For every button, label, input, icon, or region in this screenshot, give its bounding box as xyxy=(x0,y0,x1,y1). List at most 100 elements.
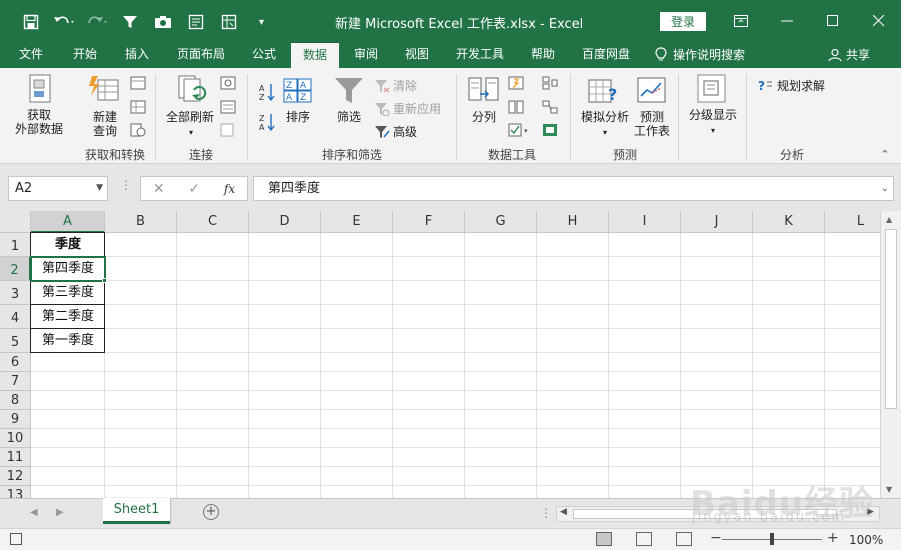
edit-links-icon[interactable] xyxy=(220,123,236,137)
column-header-f[interactable]: F xyxy=(393,211,465,233)
from-table-icon[interactable] xyxy=(130,100,146,114)
consolidate-icon[interactable] xyxy=(542,76,558,90)
add-sheet-icon[interactable]: + xyxy=(203,504,219,520)
camera-icon[interactable] xyxy=(146,10,179,34)
page-break-view-icon[interactable] xyxy=(676,532,692,546)
column-header-e[interactable]: E xyxy=(321,211,393,233)
what-if-analysis-button[interactable]: 模拟分析 xyxy=(578,110,632,124)
form-icon[interactable] xyxy=(179,10,212,34)
page-layout-view-icon[interactable] xyxy=(636,532,652,546)
tab-developer[interactable]: 开发工具 xyxy=(446,42,514,68)
clear-filter-button[interactable]: 清除 xyxy=(374,77,417,94)
chevron-down-icon[interactable]: ▾ xyxy=(600,126,610,140)
expand-formula-icon[interactable]: ⌄ xyxy=(881,177,889,200)
formula-bar-splitter[interactable]: ⋮ xyxy=(120,178,132,192)
prev-sheet-icon[interactable]: ◀ xyxy=(30,507,38,518)
normal-view-icon[interactable] xyxy=(596,532,612,546)
sort-a-to-z-icon[interactable]: AZ xyxy=(258,82,276,102)
tab-baidu-netdisk[interactable]: 百度网盘 xyxy=(572,42,640,68)
scroll-up-icon[interactable]: ▲ xyxy=(886,215,892,224)
scroll-left-icon[interactable]: ◀ xyxy=(560,507,567,517)
insert-function-icon[interactable]: fx xyxy=(224,182,235,196)
redo-icon[interactable] xyxy=(80,10,113,34)
row-header-2[interactable]: 2 xyxy=(0,257,31,281)
row-header-9[interactable]: 9 xyxy=(0,410,31,429)
vertical-scrollbar[interactable]: ▲ ▼ xyxy=(880,211,901,498)
tab-data[interactable]: 数据 xyxy=(291,42,339,68)
column-header-i[interactable]: I xyxy=(609,211,681,233)
zoom-level[interactable]: 100% xyxy=(849,533,883,547)
fill-handle[interactable] xyxy=(102,278,107,283)
solver-button[interactable]: ? 规划求解 xyxy=(758,77,825,94)
ribbon-display-icon[interactable] xyxy=(718,0,764,42)
remove-duplicates-icon[interactable] xyxy=(508,100,524,114)
recent-sources-icon[interactable] xyxy=(130,123,146,137)
customize-qat-icon[interactable]: ▾ xyxy=(245,10,278,34)
chevron-down-icon[interactable]: ▾ xyxy=(186,126,196,140)
row-header-3[interactable]: 3 xyxy=(0,281,31,305)
chevron-down-icon[interactable]: ▼ xyxy=(96,177,103,200)
macro-record-icon[interactable] xyxy=(10,533,22,545)
row-header-7[interactable]: 7 xyxy=(0,372,31,391)
chevron-down-icon[interactable]: ▾ xyxy=(708,124,718,138)
row-header-13[interactable]: 13 xyxy=(0,486,31,498)
worksheet-grid[interactable]: A B C D E F G H I J K L 1 2 3 4 5 6 7 8 9 10 11 12 13 季度 第四季度 第三季度第… xyxy=(0,211,880,498)
formula-input[interactable]: 第四季度 ⌄ xyxy=(253,176,894,201)
column-header-d[interactable]: D xyxy=(249,211,321,233)
maximize-icon[interactable] xyxy=(810,0,856,42)
select-all-corner[interactable] xyxy=(0,211,31,233)
tab-insert[interactable]: 插入 xyxy=(114,42,160,68)
zoom-in-icon[interactable]: + xyxy=(827,530,839,546)
column-header-c[interactable]: C xyxy=(177,211,249,233)
row-header-5[interactable]: 5 xyxy=(0,329,31,353)
minimize-icon[interactable] xyxy=(764,0,810,42)
vertical-scroll-thumb[interactable] xyxy=(885,229,897,409)
pivot-icon[interactable] xyxy=(212,10,245,34)
get-external-data-button[interactable]: 获取 外部数据 xyxy=(6,108,72,136)
connections-icon[interactable] xyxy=(220,76,236,90)
tell-me-search[interactable]: 操作说明搜索 xyxy=(655,42,765,68)
confirm-icon[interactable]: ✓ xyxy=(188,181,200,197)
tab-file[interactable]: 文件 xyxy=(8,42,54,68)
data-model-icon[interactable] xyxy=(542,123,558,137)
refresh-all-button[interactable]: 全部刷新 xyxy=(162,110,218,124)
column-header-b[interactable]: B xyxy=(105,211,177,233)
collapse-ribbon-icon[interactable]: ⌃ xyxy=(878,148,892,162)
filter-button[interactable]: 筛选 xyxy=(330,110,368,124)
row-header-4[interactable]: 4 xyxy=(0,305,31,329)
column-header-h[interactable]: H xyxy=(537,211,609,233)
data-validation-icon[interactable]: ▾ xyxy=(508,123,532,137)
new-query-button[interactable]: 新建 查询 xyxy=(84,110,126,138)
sort-z-to-a-icon[interactable]: ZA xyxy=(258,112,276,132)
tab-page-layout[interactable]: 页面布局 xyxy=(167,42,235,68)
login-button[interactable]: 登录 xyxy=(660,12,706,31)
row-header-10[interactable]: 10 xyxy=(0,429,31,448)
close-icon[interactable] xyxy=(856,0,901,42)
column-header-l[interactable]: L xyxy=(825,211,880,233)
row-header-1[interactable]: 1 xyxy=(0,233,31,257)
sheet-tab-sheet1[interactable]: Sheet1 xyxy=(103,498,170,524)
tab-formulas[interactable]: 公式 xyxy=(241,42,287,68)
row-header-12[interactable]: 12 xyxy=(0,467,31,486)
tab-help[interactable]: 帮助 xyxy=(520,42,566,68)
reapply-button[interactable]: 重新应用 xyxy=(374,100,441,117)
save-icon[interactable] xyxy=(14,10,47,34)
next-sheet-icon[interactable]: ▶ xyxy=(56,507,64,518)
relationships-icon[interactable] xyxy=(542,100,558,114)
advanced-filter-button[interactable]: 高级 xyxy=(374,123,417,140)
forecast-sheet-button[interactable]: 预测 工作表 xyxy=(632,110,672,138)
tab-splitter[interactable]: ⋮ xyxy=(540,506,552,520)
column-header-g[interactable]: G xyxy=(465,211,537,233)
share-button[interactable]: 共享 xyxy=(828,42,884,68)
name-box[interactable]: A2 ▼ xyxy=(8,176,108,201)
tab-view[interactable]: 视图 xyxy=(394,42,440,68)
filter-icon[interactable] xyxy=(113,10,146,34)
active-cell-selection[interactable] xyxy=(30,256,106,282)
tab-home[interactable]: 开始 xyxy=(62,42,108,68)
scroll-down-icon[interactable]: ▼ xyxy=(886,485,892,494)
zoom-slider-thumb[interactable] xyxy=(770,533,774,545)
row-header-6[interactable]: 6 xyxy=(0,353,31,372)
sort-button[interactable]: 排序 xyxy=(280,110,316,124)
row-header-8[interactable]: 8 xyxy=(0,391,31,410)
outline-button[interactable]: 分级显示 xyxy=(684,108,742,122)
